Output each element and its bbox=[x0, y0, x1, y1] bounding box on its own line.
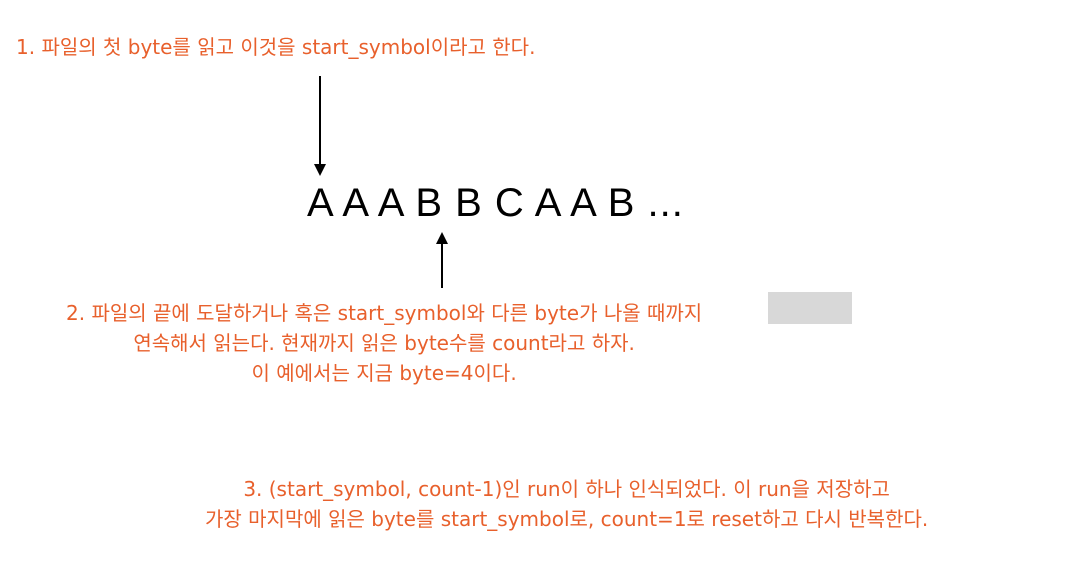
step-3-annotation: 3. (start_symbol, count-1)인 run이 하나 인식되었… bbox=[205, 474, 928, 534]
step-3-line-1: 3. (start_symbol, count-1)인 run이 하나 인식되었… bbox=[243, 477, 890, 501]
step-2-line-2: 연속해서 읽는다. 현재까지 읽은 byte수를 count라고 하자. bbox=[133, 331, 635, 355]
step-2-line-3: 이 예에서는 지금 byte=4이다. bbox=[251, 361, 517, 385]
arrow-down-start-symbol bbox=[314, 76, 326, 176]
step-3-line-2: 가장 마지막에 읽은 byte를 start_symbol로, count=1로… bbox=[205, 507, 929, 531]
step-2-line-1: 2. 파일의 끝에 도달하거나 혹은 start_symbol와 다른 byte… bbox=[66, 301, 703, 325]
step-2-annotation: 2. 파일의 끝에 도달하거나 혹은 start_symbol와 다른 byte… bbox=[66, 298, 702, 388]
arrow-up-current-position bbox=[436, 232, 448, 288]
